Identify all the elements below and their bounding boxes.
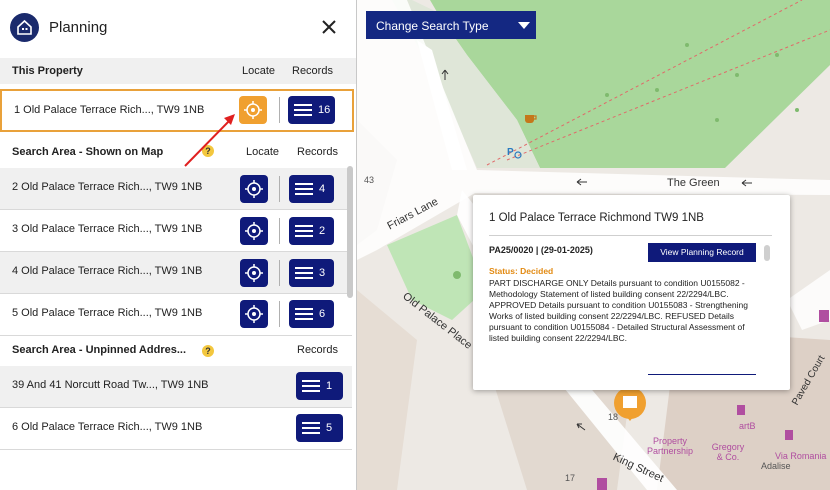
property-address: 39 And 41 Norcutt Road Tw..., TW9 1NB <box>12 379 209 391</box>
annotation-arrow <box>184 114 235 167</box>
popup-title: 1 Old Palace Terrace Richmond TW9 1NB <box>489 212 704 224</box>
help-icon[interactable]: ? <box>202 345 214 357</box>
records-column-label: Records <box>292 65 333 77</box>
list-icon <box>295 225 313 240</box>
list-icon <box>295 267 313 282</box>
this-property-heading: This Property <box>12 65 83 77</box>
divider <box>648 374 756 375</box>
popup-scrollbar[interactable] <box>764 245 770 261</box>
close-icon[interactable] <box>318 16 340 38</box>
records-button[interactable]: 4 <box>289 175 334 203</box>
panel-scrollbar[interactable] <box>347 166 353 298</box>
decision-description: PART DISCHARGE ONLY Details pursuant to … <box>489 278 748 343</box>
list-icon <box>294 104 312 119</box>
planning-panel: Planning This Property Locate Records 1 … <box>0 0 357 490</box>
map-label-via-romania: Via Romania <box>775 451 827 461</box>
list-icon <box>295 308 313 323</box>
locate-button[interactable] <box>240 217 268 245</box>
records-button[interactable]: 3 <box>289 259 334 287</box>
divider <box>279 301 280 327</box>
view-planning-record-button[interactable]: View Planning Record <box>648 243 756 262</box>
svg-text:P: P <box>507 147 514 158</box>
planning-logo-icon <box>10 13 39 42</box>
records-button[interactable]: 6 <box>289 300 334 328</box>
unpinned-heading: Search Area - Unpinned Addres... <box>12 344 187 356</box>
records-count: 4 <box>319 183 326 195</box>
divider <box>489 235 772 236</box>
application-reference: PA25/0020 | (29-01-2025) <box>489 245 593 255</box>
cafe-icon[interactable] <box>524 112 538 124</box>
property-address: 6 Old Palace Terrace Rich..., TW9 1NB <box>12 421 203 433</box>
locate-column-label: Locate <box>246 146 280 158</box>
property-address: 5 Old Palace Terrace Rich..., TW9 1NB <box>12 307 203 319</box>
records-button[interactable]: 16 <box>288 96 335 124</box>
list-icon <box>295 183 313 198</box>
map-label-18: 18 <box>608 412 619 422</box>
locate-button[interactable] <box>240 259 268 287</box>
divider <box>279 260 280 286</box>
change-search-type-dropdown[interactable]: Change Search Type <box>366 11 536 39</box>
this-property-row[interactable]: 1 Old Palace Terrace Rich..., TW9 1NB 16 <box>0 89 354 132</box>
property-address: 4 Old Palace Terrace Rich..., TW9 1NB <box>12 265 203 277</box>
map-label-17: 17 <box>565 473 576 483</box>
crosshair-icon <box>244 101 262 119</box>
records-column-label: Records <box>297 146 338 158</box>
unpinned-row[interactable]: 6 Old Palace Terrace Rich..., TW9 1NB 5 <box>0 408 352 450</box>
records-count: 5 <box>326 422 333 434</box>
map-label-43: 43 <box>364 175 375 185</box>
property-address: 2 Old Palace Terrace Rich..., TW9 1NB <box>12 181 203 193</box>
map-label-the-green: The Green <box>667 177 720 189</box>
map-label-property-partnership: Property Partnership <box>646 436 694 456</box>
unpinned-header: Search Area - Unpinned Addres... ? Recor… <box>0 337 356 363</box>
search-area-heading: Search Area - Shown on Map <box>12 146 164 158</box>
chevron-down-icon <box>518 22 530 29</box>
search-area-row[interactable]: 4 Old Palace Terrace Rich..., TW9 1NB 3 <box>0 252 352 294</box>
locate-column-label: Locate <box>242 65 276 77</box>
crosshair-icon <box>245 305 263 323</box>
locate-button[interactable] <box>239 96 267 124</box>
divider <box>279 218 280 244</box>
list-icon <box>302 380 320 395</box>
change-search-type-label: Change Search Type <box>376 19 489 33</box>
panel-header: Planning <box>0 0 356 58</box>
records-count: 6 <box>319 308 326 320</box>
crosshair-icon <box>245 180 263 198</box>
unpinned-row[interactable]: 39 And 41 Norcutt Road Tw..., TW9 1NB 1 <box>0 366 352 408</box>
bicycle-parking-icon[interactable]: P <box>507 145 523 159</box>
divider <box>279 176 280 202</box>
search-area-row[interactable]: 5 Old Palace Terrace Rich..., TW9 1NB 6 <box>0 294 352 336</box>
divider <box>279 97 280 123</box>
records-button[interactable]: 5 <box>296 414 343 442</box>
status-text: Status: Decided <box>489 266 554 276</box>
records-count: 1 <box>326 380 333 392</box>
locate-button[interactable] <box>240 175 268 203</box>
search-area-header: Search Area - Shown on Map ? Locate Reco… <box>0 139 356 165</box>
locate-button[interactable] <box>240 300 268 328</box>
crosshair-icon <box>245 264 263 282</box>
planning-record-popup: 1 Old Palace Terrace Richmond TW9 1NB PA… <box>473 195 790 390</box>
property-address: 3 Old Palace Terrace Rich..., TW9 1NB <box>12 223 203 235</box>
records-button[interactable]: 2 <box>289 217 334 245</box>
map-label-artb: artB <box>739 421 756 431</box>
records-count: 3 <box>319 267 326 279</box>
records-column-label: Records <box>297 344 338 356</box>
this-property-header: This Property Locate Records <box>0 58 356 84</box>
map-label-gregory: Gregory & Co. <box>711 442 745 462</box>
search-area-row[interactable]: 3 Old Palace Terrace Rich..., TW9 1NB 2 <box>0 210 352 252</box>
records-button[interactable]: 1 <box>296 372 343 400</box>
panel-title: Planning <box>49 19 108 36</box>
records-count: 16 <box>318 104 331 116</box>
search-area-row[interactable]: 2 Old Palace Terrace Rich..., TW9 1NB 4 <box>0 168 352 210</box>
property-address: 1 Old Palace Terrace Rich..., TW9 1NB <box>14 104 205 116</box>
records-count: 2 <box>319 225 326 237</box>
crosshair-icon <box>245 222 263 240</box>
map-label-adalise: Adalise <box>761 461 791 471</box>
list-icon <box>302 422 320 437</box>
